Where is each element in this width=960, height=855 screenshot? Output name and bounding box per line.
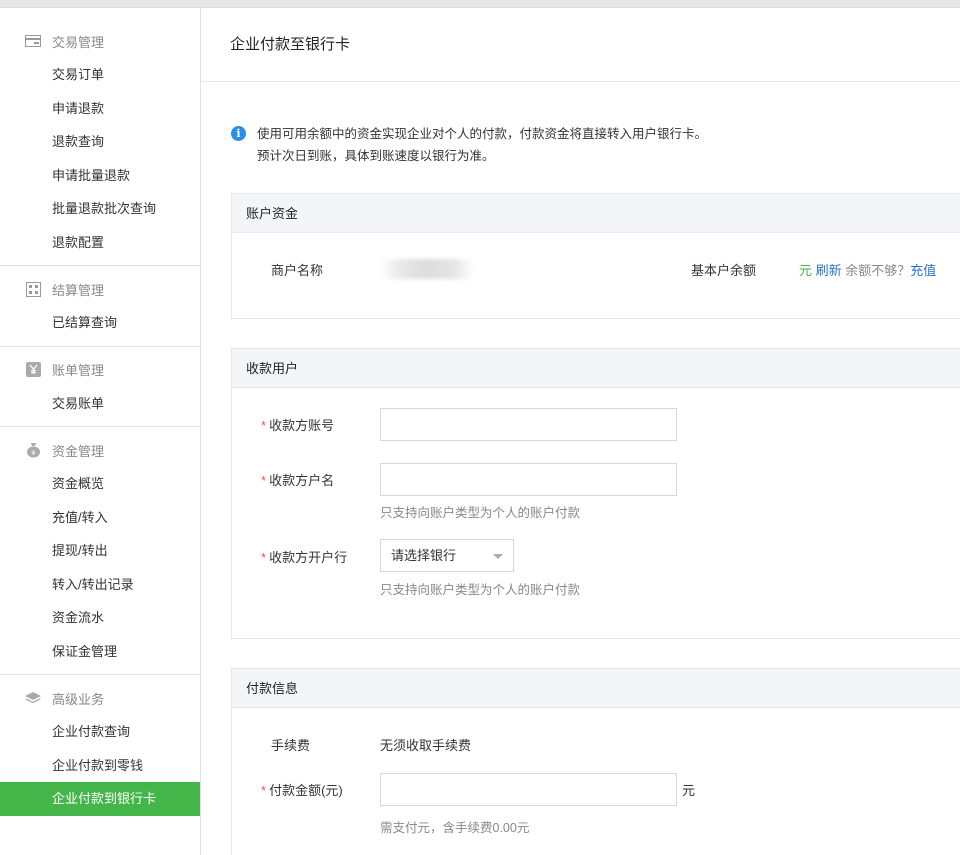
sidebar-item-batch-refund[interactable]: 申请批量退款	[0, 159, 200, 193]
sidebar-group-title: 结算管理	[52, 282, 105, 298]
yen-bill-icon	[25, 362, 41, 377]
required-mark: *	[261, 783, 267, 798]
sidebar-item-batch-refund-query[interactable]: 批量退款批次查询	[0, 192, 200, 226]
sidebar-group-header: 结算管理	[0, 272, 200, 306]
page-title: 企业付款至银行卡	[202, 8, 960, 82]
payee-name-label: * 收款方户名	[261, 473, 335, 488]
amount-label: * 付款金额(元)	[261, 783, 343, 798]
top-bar	[0, 0, 960, 8]
sidebar-group-title: 交易管理	[52, 34, 105, 50]
balance-unit: 元	[799, 263, 813, 278]
credit-card-icon	[25, 34, 41, 48]
required-mark: *	[261, 418, 267, 433]
sidebar-item-corp-pay-wallet[interactable]: 企业付款到零钱	[0, 749, 200, 783]
sidebar-item-corp-pay-query[interactable]: 企业付款查询	[0, 715, 200, 749]
sidebar-group-title: 高级业务	[52, 691, 105, 707]
svg-text:¥: ¥	[31, 449, 36, 457]
amount-unit: 元	[682, 783, 696, 798]
required-mark: *	[261, 550, 267, 565]
payment-info-panel: 付款信息 手续费 无须收取手续费 * 付款金额(元) 元 需支付元，含手续费0.0…	[231, 668, 960, 855]
amount-hint: 需支付元，含手续费0.00元	[380, 821, 530, 835]
insufficient-text: 余额不够？	[845, 263, 911, 278]
sidebar-group-header: 高级业务	[0, 681, 200, 715]
sidebar-item-trade-orders[interactable]: 交易订单	[0, 58, 200, 92]
payee-name-input[interactable]	[380, 463, 677, 496]
bank-select[interactable]: 请选择银行	[380, 539, 514, 572]
main-content: 企业付款至银行卡 i 使用可用余额中的资金实现企业对个人的付款，付款资金将直接转…	[202, 8, 960, 855]
balance-label: 基本户余额	[691, 263, 757, 278]
notice-line-2: 预计次日到账，具体到账速度以银行为准。	[257, 149, 495, 163]
account-funds-panel: 账户资金 商户名称 基本户余额 元 刷新 余额不够？充值	[231, 193, 960, 319]
payee-account-label: * 收款方账号	[261, 418, 335, 433]
sidebar: 交易管理 交易订单 申请退款 退款查询 申请批量退款 批量退款批次查询 退款配置…	[0, 8, 201, 855]
payee-name-hint: 只支持向账户类型为个人的账户付款	[380, 506, 581, 520]
money-bag-icon: ¥	[25, 443, 41, 458]
refresh-link[interactable]: 刷新	[816, 263, 842, 278]
sidebar-item-settled-query[interactable]: 已结算查询	[0, 306, 200, 340]
merchant-name-label: 商户名称	[271, 263, 324, 278]
payee-bank-label: * 收款方开户行	[261, 550, 348, 565]
info-notice: i 使用可用余额中的资金实现企业对个人的付款，付款资金将直接转入用户银行卡。 预…	[231, 123, 707, 167]
sidebar-item-withdraw[interactable]: 提现/转出	[0, 534, 200, 568]
sidebar-group-title: 账单管理	[52, 363, 105, 378]
sidebar-group-header: 交易管理	[0, 24, 200, 58]
info-icon: i	[231, 126, 246, 141]
panel-title: 收款用户	[232, 349, 960, 388]
notice-line-1: 使用可用余额中的资金实现企业对个人的付款，付款资金将直接转入用户银行卡。	[257, 127, 708, 141]
sidebar-group-title: 资金管理	[52, 443, 105, 459]
sidebar-group-bill: 账单管理 交易账单	[0, 347, 200, 427]
merchant-name-redacted	[380, 259, 474, 279]
sidebar-item-refund-query[interactable]: 退款查询	[0, 125, 200, 159]
payee-panel: 收款用户 * 收款方账号 * 收款方户名 只支持向账户类型为个人的账户付款 * 收款方…	[231, 348, 960, 639]
payee-bank-hint: 只支持向账户类型为个人的账户付款	[380, 583, 581, 597]
sidebar-group-header: 账单管理	[0, 353, 200, 387]
sidebar-item-recharge[interactable]: 充值/转入	[0, 501, 200, 535]
chevron-down-icon	[493, 554, 503, 559]
bank-select-value: 请选择银行	[391, 548, 457, 563]
sidebar-group-header: ¥ 资金管理	[0, 433, 200, 467]
sidebar-group-advanced: 高级业务 企业付款查询 企业付款到零钱 企业付款到银行卡	[0, 675, 200, 816]
panel-title: 付款信息	[232, 669, 960, 708]
fee-value: 无须收取手续费	[380, 738, 472, 753]
balance-info: 元 刷新 余额不够？充值	[799, 260, 936, 279]
required-mark: *	[261, 473, 267, 488]
payee-account-input[interactable]	[380, 408, 677, 441]
sidebar-item-fund-overview[interactable]: 资金概览	[0, 467, 200, 501]
sidebar-group-settlement: 结算管理 已结算查询	[0, 266, 200, 347]
sidebar-item-apply-refund[interactable]: 申请退款	[0, 92, 200, 126]
panel-title: 账户资金	[232, 194, 960, 233]
sidebar-group-funds: ¥ 资金管理 资金概览 充值/转入 提现/转出 转入/转出记录 资金流水 保证金…	[0, 427, 200, 675]
sidebar-item-fund-flow[interactable]: 资金流水	[0, 601, 200, 635]
sidebar-item-corp-pay-bank[interactable]: 企业付款到银行卡	[0, 782, 200, 816]
sidebar-item-deposit[interactable]: 保证金管理	[0, 635, 200, 669]
layers-icon	[25, 691, 41, 705]
amount-input[interactable]	[380, 773, 677, 806]
recharge-link[interactable]: 充值	[910, 263, 936, 278]
sidebar-item-transfer-records[interactable]: 转入/转出记录	[0, 568, 200, 602]
settlement-icon	[25, 281, 41, 297]
sidebar-group-trade: 交易管理 交易订单 申请退款 退款查询 申请批量退款 批量退款批次查询 退款配置	[0, 8, 200, 266]
fee-label: 手续费	[271, 738, 311, 753]
sidebar-item-trade-bill[interactable]: 交易账单	[0, 387, 200, 421]
sidebar-item-refund-config[interactable]: 退款配置	[0, 226, 200, 260]
